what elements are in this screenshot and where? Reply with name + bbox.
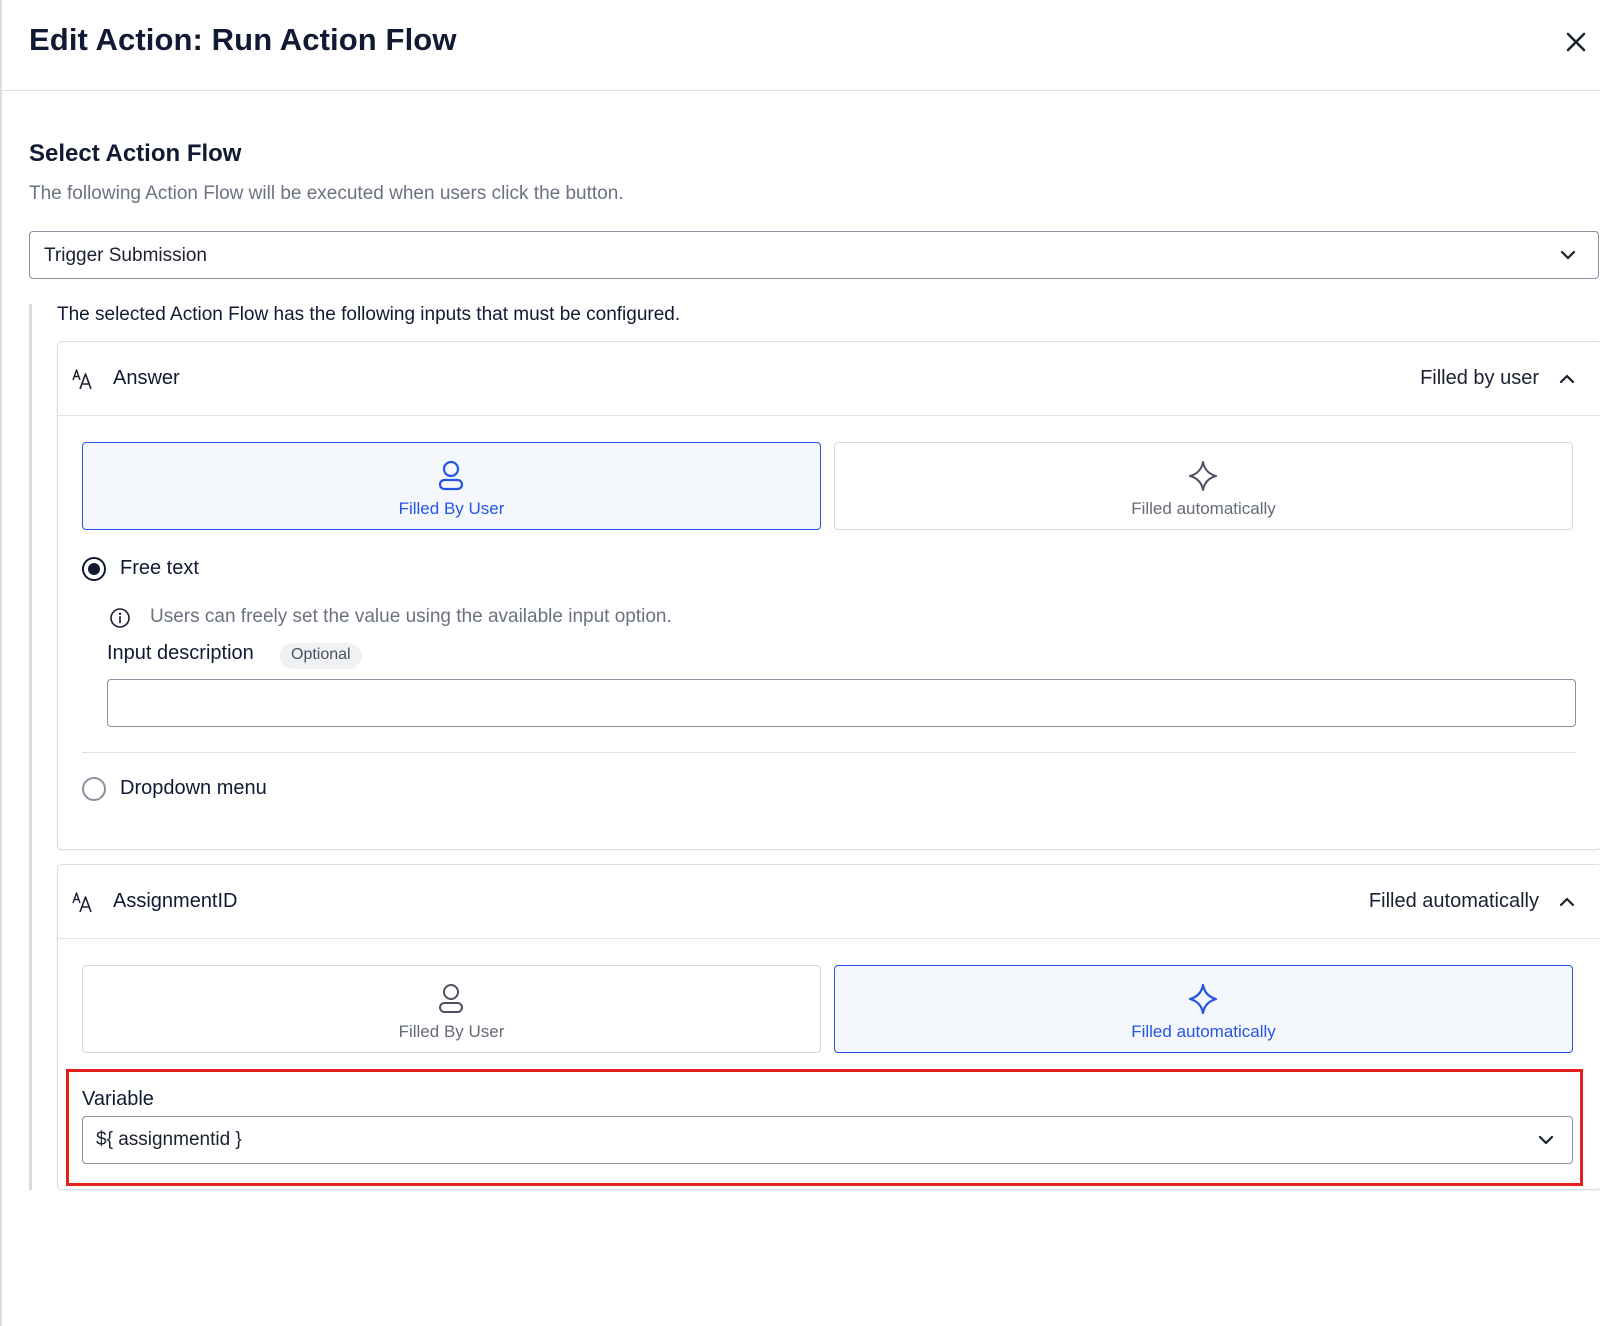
action-flow-select[interactable]: Trigger Submission [29,231,1599,279]
sparkle-icon [1188,983,1218,1015]
input-card-assignmentid-header[interactable]: AssignmentID Filled automatically [58,865,1600,939]
text-type-icon [72,892,92,913]
filled-by-user-label: Filled By User [398,499,505,518]
divider [82,752,1576,753]
inputs-left-rule [29,304,32,1190]
variable-highlight-box [66,1069,1583,1186]
inputs-note: The selected Action Flow has the followi… [57,304,681,325]
info-icon [110,608,130,628]
input-name: AssignmentID [113,890,238,912]
input-card-answer: Answer Filled by user Filled By User Fil… [57,341,1600,850]
chevron-up-icon [1559,897,1575,907]
text-type-icon [72,369,92,390]
filled-automatically-label: Filled automatically [1131,499,1276,518]
input-status: Filled automatically [1368,890,1539,912]
free-text-radio[interactable] [82,557,106,581]
close-icon[interactable] [1560,26,1592,58]
chevron-down-icon [1560,250,1576,260]
chevron-up-icon [1559,374,1575,384]
select-action-flow-description: The following Action Flow will be execut… [29,183,624,204]
input-name: Answer [113,367,180,389]
filled-automatically-option[interactable]: Filled automatically [834,965,1573,1053]
input-description-label: Input description [107,642,254,664]
user-icon [438,460,464,491]
input-card-answer-header[interactable]: Answer Filled by user [58,342,1600,416]
edit-action-panel: Edit Action: Run Action Flow Select Acti… [0,0,1600,1326]
filled-automatically-label: Filled automatically [1131,1022,1276,1041]
dialog-title: Edit Action: Run Action Flow [29,22,457,57]
free-text-info: Users can freely set the value using the… [150,606,672,627]
filled-automatically-option[interactable]: Filled automatically [834,442,1573,530]
filled-by-user-label: Filled By User [398,1022,505,1041]
dropdown-menu-radio[interactable] [82,777,106,801]
dropdown-menu-label: Dropdown menu [120,777,267,799]
dialog-header: Edit Action: Run Action Flow [2,0,1600,91]
input-description-field[interactable] [107,679,1576,727]
free-text-label: Free text [120,557,199,579]
user-icon [439,984,463,1013]
action-flow-select-value: Trigger Submission [44,245,207,266]
select-action-flow-title: Select Action Flow [29,140,242,167]
filled-by-user-option[interactable]: Filled By User [82,442,821,530]
sparkle-icon [1189,461,1217,491]
filled-by-user-option[interactable]: Filled By User [82,965,821,1053]
optional-badge: Optional [280,643,362,669]
input-status: Filled by user [1420,367,1539,389]
